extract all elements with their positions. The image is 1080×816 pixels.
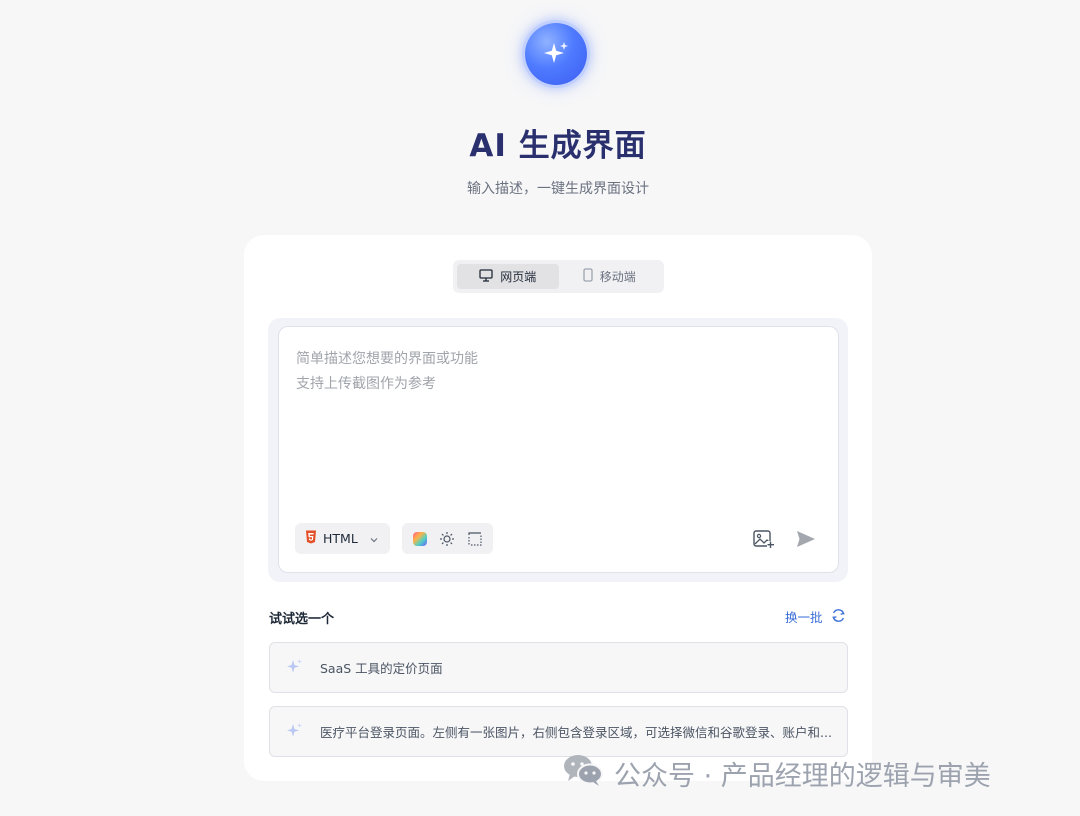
- watermark: 公众号 · 产品经理的逻辑与审美: [562, 752, 991, 795]
- prompt-input[interactable]: 简单描述您想要的界面或功能 支持上传截图作为参考 HTML: [278, 326, 839, 573]
- page-title: AI 生成界面: [469, 128, 647, 164]
- wechat-icon: [562, 752, 604, 795]
- sparkle-small-icon: [286, 721, 304, 742]
- platform-switch: 网页端 移动端: [453, 260, 664, 293]
- logo-halo: [516, 14, 596, 94]
- sparkle-icon: [525, 23, 587, 85]
- generator-card: 网页端 移动端 简单描述您想要的界面或功能 支持上传截图作为参考 HTML 试试…: [244, 235, 872, 781]
- placeholder-line-1: 简单描述您想要的界面或功能: [296, 351, 478, 367]
- page-subtitle: 输入描述，一键生成界面设计: [467, 181, 649, 197]
- image-upload-icon[interactable]: [753, 529, 775, 553]
- tab-mobile-label: 移动端: [599, 270, 636, 284]
- color-palette-icon[interactable]: [410, 529, 430, 549]
- suggestion-item[interactable]: 医疗平台登录页面。左侧有一张图片，右侧包含登录区域，可选择微信和谷歌登录、账户和…: [269, 706, 848, 757]
- refresh-label: 换一批: [785, 610, 823, 625]
- refresh-icon: [831, 608, 846, 626]
- suggestion-item[interactable]: SaaS 工具的定价页面: [269, 642, 848, 693]
- tab-web-label: 网页端: [500, 270, 537, 284]
- chevron-down-icon: [370, 531, 378, 546]
- suggestion-text: 医疗平台登录页面。左侧有一张图片，右侧包含登录区域，可选择微信和谷歌登录、账户和…: [320, 725, 832, 740]
- send-icon[interactable]: [796, 530, 816, 552]
- tab-web[interactable]: 网页端: [457, 264, 559, 289]
- refresh-suggestions-button[interactable]: 换一批: [785, 607, 846, 626]
- watermark-text: 公众号 · 产品经理的逻辑与审美: [614, 761, 991, 792]
- tab-mobile[interactable]: 移动端: [559, 264, 661, 289]
- prompt-area: 简单描述您想要的界面或功能 支持上传截图作为参考 HTML: [268, 318, 848, 582]
- monitor-icon: [479, 268, 493, 285]
- mobile-icon: [583, 268, 593, 285]
- format-label: HTML: [323, 531, 358, 546]
- html5-icon: [305, 530, 317, 547]
- prompt-placeholder: 简单描述您想要的界面或功能 支持上传截图作为参考: [296, 347, 478, 397]
- suggestion-text: SaaS 工具的定价页面: [320, 661, 443, 676]
- sparkle-small-icon: [286, 657, 304, 678]
- theme-sun-icon[interactable]: [437, 529, 457, 549]
- suggestions-label: 试试选一个: [269, 612, 335, 627]
- placeholder-line-2: 支持上传截图作为参考: [296, 376, 436, 392]
- format-select[interactable]: HTML: [295, 523, 390, 554]
- style-tools: [402, 523, 493, 554]
- layout-frame-icon[interactable]: [465, 529, 485, 549]
